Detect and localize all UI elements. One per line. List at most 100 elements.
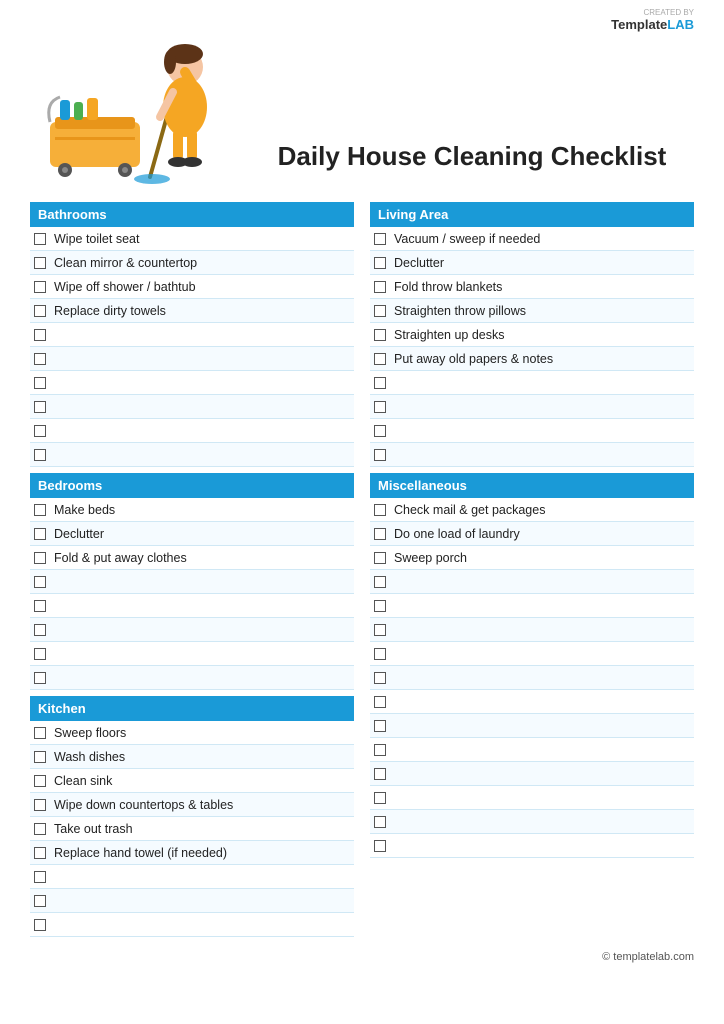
checkbox[interactable] — [34, 895, 46, 907]
checkbox[interactable] — [374, 504, 386, 516]
section-header-bathrooms: Bathrooms — [30, 202, 354, 227]
checkbox[interactable] — [34, 727, 46, 739]
checkbox[interactable] — [374, 281, 386, 293]
list-item: Clean mirror & countertop — [30, 251, 354, 275]
checkbox[interactable] — [34, 305, 46, 317]
page: CREATED BY TemplateLAB — [0, 0, 724, 1024]
section-header-living-area: Living Area — [370, 202, 694, 227]
footer: © templatelab.com — [30, 943, 694, 963]
checkbox[interactable] — [34, 751, 46, 763]
checkbox[interactable] — [374, 768, 386, 780]
checkbox[interactable] — [374, 353, 386, 365]
checkbox[interactable] — [374, 648, 386, 660]
list-item — [370, 594, 694, 618]
checkbox[interactable] — [374, 425, 386, 437]
checkbox[interactable] — [374, 305, 386, 317]
checkbox[interactable] — [34, 233, 46, 245]
checkbox[interactable] — [34, 919, 46, 931]
right-column: Living Area Vacuum / sweep if needed Dec… — [370, 202, 694, 943]
checkbox[interactable] — [34, 401, 46, 413]
list-item — [30, 666, 354, 690]
section-living-area: Living Area Vacuum / sweep if needed Dec… — [370, 202, 694, 467]
section-miscellaneous: Miscellaneous Check mail & get packages … — [370, 473, 694, 858]
list-item — [30, 594, 354, 618]
list-item — [370, 786, 694, 810]
checkbox[interactable] — [374, 449, 386, 461]
brand-template: Template — [611, 17, 667, 32]
list-item: Fold & put away clothes — [30, 546, 354, 570]
checkbox[interactable] — [374, 840, 386, 852]
checkbox[interactable] — [374, 377, 386, 389]
illustration — [30, 12, 250, 192]
list-item: Put away old papers & notes — [370, 347, 694, 371]
list-item — [30, 570, 354, 594]
checkbox[interactable] — [34, 504, 46, 516]
list-item: Straighten throw pillows — [370, 299, 694, 323]
section-bedrooms: Bedrooms Make beds Declutter Fold & put … — [30, 473, 354, 690]
checkbox[interactable] — [34, 377, 46, 389]
item-text: Clean mirror & countertop — [54, 256, 350, 270]
checkbox[interactable] — [374, 528, 386, 540]
list-item: Sweep floors — [30, 721, 354, 745]
checkbox[interactable] — [374, 792, 386, 804]
checkbox[interactable] — [34, 847, 46, 859]
checklist-grid: Bathrooms Wipe toilet seat Clean mirror … — [30, 202, 694, 943]
brand-name: TemplateLAB — [611, 17, 694, 32]
list-item — [30, 865, 354, 889]
checkbox[interactable] — [34, 871, 46, 883]
brand-lab: LAB — [667, 17, 694, 32]
checkbox[interactable] — [34, 823, 46, 835]
checkbox[interactable] — [374, 696, 386, 708]
checkbox[interactable] — [374, 329, 386, 341]
checkbox[interactable] — [34, 576, 46, 588]
item-text: Straighten throw pillows — [394, 304, 690, 318]
checkbox[interactable] — [374, 233, 386, 245]
checkbox[interactable] — [34, 281, 46, 293]
item-text: Take out trash — [54, 822, 350, 836]
checkbox[interactable] — [374, 816, 386, 828]
checkbox[interactable] — [34, 449, 46, 461]
list-item — [30, 419, 354, 443]
list-item: Wipe down countertops & tables — [30, 793, 354, 817]
checkbox[interactable] — [374, 600, 386, 612]
list-item — [30, 913, 354, 937]
footer-text: © templatelab.com — [602, 951, 694, 963]
checkbox[interactable] — [34, 425, 46, 437]
list-item — [30, 443, 354, 467]
checkbox[interactable] — [34, 799, 46, 811]
checkbox[interactable] — [374, 401, 386, 413]
checkbox[interactable] — [374, 624, 386, 636]
list-item: Declutter — [30, 522, 354, 546]
checkbox[interactable] — [34, 600, 46, 612]
checkbox[interactable] — [374, 744, 386, 756]
checkbox[interactable] — [34, 329, 46, 341]
illustration-svg — [30, 12, 240, 187]
list-item: Replace dirty towels — [30, 299, 354, 323]
item-text: Wipe off shower / bathtub — [54, 280, 350, 294]
list-item — [370, 666, 694, 690]
checkbox[interactable] — [34, 552, 46, 564]
item-text: Sweep floors — [54, 726, 350, 740]
checkbox[interactable] — [374, 576, 386, 588]
checkbox[interactable] — [34, 353, 46, 365]
checkbox[interactable] — [374, 257, 386, 269]
checkbox[interactable] — [34, 775, 46, 787]
checkbox[interactable] — [34, 648, 46, 660]
list-item: Declutter — [370, 251, 694, 275]
item-text: Vacuum / sweep if needed — [394, 232, 690, 246]
list-item — [370, 714, 694, 738]
section-header-miscellaneous: Miscellaneous — [370, 473, 694, 498]
section-header-bedrooms: Bedrooms — [30, 473, 354, 498]
checkbox[interactable] — [374, 552, 386, 564]
checkbox[interactable] — [34, 672, 46, 684]
item-text: Wash dishes — [54, 750, 350, 764]
checkbox[interactable] — [34, 624, 46, 636]
checkbox[interactable] — [34, 257, 46, 269]
list-item — [30, 889, 354, 913]
checkbox[interactable] — [374, 672, 386, 684]
checkbox[interactable] — [374, 720, 386, 732]
checkbox[interactable] — [34, 528, 46, 540]
checklist-bathrooms: Wipe toilet seat Clean mirror & countert… — [30, 227, 354, 467]
checklist-bedrooms: Make beds Declutter Fold & put away clot… — [30, 498, 354, 690]
list-item — [370, 762, 694, 786]
